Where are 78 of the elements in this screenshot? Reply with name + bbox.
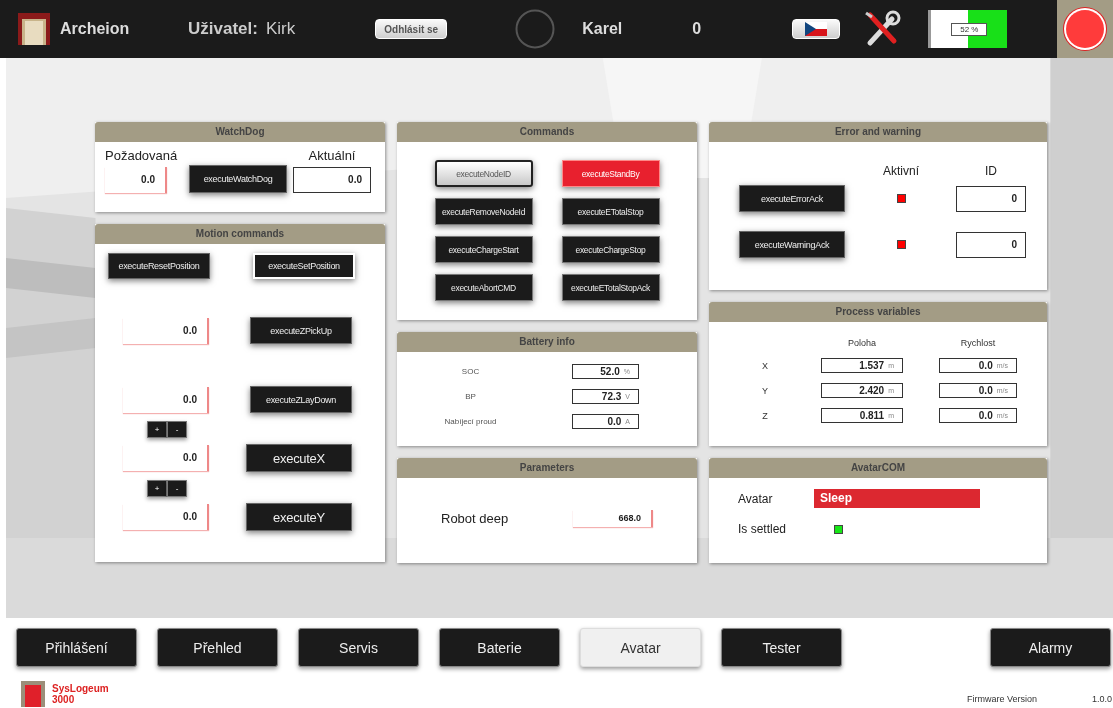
settled-label: Is settled bbox=[738, 522, 788, 536]
nav-tab[interactable]: Baterie bbox=[439, 628, 560, 667]
minus-button[interactable]: - bbox=[167, 480, 187, 497]
logout-button[interactable]: Odhlásit se bbox=[375, 19, 448, 39]
ack-button[interactable]: executeErrorAck bbox=[739, 185, 845, 212]
nav-tab[interactable]: Přihlášení bbox=[16, 628, 137, 667]
required-field[interactable]: 0.0 bbox=[105, 167, 167, 193]
counter-value: 0 bbox=[692, 20, 703, 38]
required-label: Požadovaná bbox=[105, 148, 179, 163]
command-button[interactable]: executeChargeStop bbox=[561, 236, 660, 263]
panel-title: Process variables bbox=[709, 302, 1047, 322]
command-button[interactable]: executeZLayDown bbox=[250, 386, 352, 413]
command-button[interactable]: executeAbortCMD bbox=[434, 274, 533, 301]
robot-name: Karel bbox=[582, 20, 624, 38]
value-field[interactable]: 0.0 bbox=[123, 504, 209, 530]
value-field[interactable]: 0.0 bbox=[123, 317, 209, 344]
actual-label: Aktuální bbox=[307, 148, 357, 163]
watchdog-button[interactable]: executeWatchDog bbox=[189, 165, 287, 193]
panel-title: Motion commands bbox=[95, 224, 385, 244]
axis-label: Y bbox=[761, 385, 769, 396]
command-button[interactable]: executeX bbox=[246, 444, 352, 472]
battery-label: BP bbox=[464, 392, 477, 401]
speed-label: Rychlost bbox=[959, 338, 997, 348]
nav-tab[interactable]: Přehled bbox=[157, 628, 278, 667]
axis-label: X bbox=[761, 360, 769, 371]
avatar-label: Avatar bbox=[738, 491, 774, 506]
command-button[interactable]: executeChargeStart bbox=[434, 236, 533, 263]
ack-button[interactable]: executeWarningAck bbox=[739, 231, 845, 258]
panel-title: Battery info bbox=[397, 332, 697, 352]
stop-button[interactable] bbox=[1057, 0, 1113, 58]
value-field[interactable]: 0.0 bbox=[123, 386, 209, 413]
firmware-version: 1.0.0 bbox=[1092, 694, 1113, 704]
user-label: Uživatel: bbox=[188, 19, 258, 39]
panel-title: Error and warning bbox=[709, 122, 1047, 142]
app-name: Archeion bbox=[60, 20, 130, 38]
command-button[interactable]: executeResetPosition bbox=[108, 253, 210, 279]
battery-label: SOC bbox=[460, 367, 481, 376]
battery-reading: 52 % bbox=[951, 22, 988, 36]
plus-button[interactable]: + bbox=[147, 480, 167, 497]
battery-label: Nabíjecí proud bbox=[443, 417, 498, 426]
axis-label: Z bbox=[761, 410, 769, 421]
status-circle-icon bbox=[515, 9, 556, 49]
panel-title: Parameters bbox=[397, 458, 697, 478]
user-name: Kirk bbox=[265, 19, 296, 39]
command-button[interactable]: executeRemoveNodeId bbox=[434, 198, 533, 225]
gate-logo-icon bbox=[16, 11, 52, 47]
language-button[interactable] bbox=[792, 19, 841, 39]
command-button[interactable]: executeStandBy bbox=[561, 160, 660, 187]
flag-icon bbox=[805, 22, 828, 36]
command-button[interactable]: executeY bbox=[246, 503, 352, 531]
active-label: Aktivní bbox=[883, 164, 919, 178]
nav-tab[interactable]: Alarmy bbox=[990, 628, 1111, 667]
command-button[interactable]: executeETotalStop bbox=[561, 198, 660, 225]
command-button[interactable]: executeNodeID bbox=[434, 160, 533, 187]
command-button[interactable]: executeSetPosition bbox=[253, 253, 355, 279]
panel-title: Commands bbox=[397, 122, 697, 142]
nav-tab[interactable]: Avatar bbox=[580, 628, 701, 667]
value-field[interactable]: 0.0 bbox=[123, 445, 209, 471]
parameter-label: Robot deep bbox=[441, 511, 509, 526]
command-button[interactable]: executeETotalStopAck bbox=[561, 274, 660, 301]
state-value: Sleep bbox=[814, 489, 980, 508]
plus-button[interactable]: + bbox=[147, 421, 167, 438]
command-button[interactable]: executeZPickUp bbox=[250, 317, 352, 344]
panel-title: AvatarCOM bbox=[709, 458, 1047, 478]
firmware-label: Firmware Version bbox=[967, 694, 1038, 704]
nav-tab[interactable]: Tester bbox=[721, 628, 842, 667]
minus-button[interactable]: - bbox=[167, 421, 187, 438]
nav-tab[interactable]: Servis bbox=[298, 628, 419, 667]
brand-number: 3000 bbox=[52, 694, 75, 705]
actual-field: 0.0 bbox=[293, 167, 371, 193]
id-field: 0 bbox=[956, 231, 1026, 258]
id-field: 0 bbox=[956, 185, 1026, 212]
position-label: Poloha bbox=[847, 338, 877, 348]
panel-title: WatchDog bbox=[95, 122, 385, 142]
value-field[interactable]: 668.0 bbox=[573, 510, 653, 527]
id-label: ID bbox=[985, 164, 997, 178]
brand-name: SysLogeum bbox=[52, 683, 109, 694]
cube-logo-icon bbox=[20, 680, 46, 708]
